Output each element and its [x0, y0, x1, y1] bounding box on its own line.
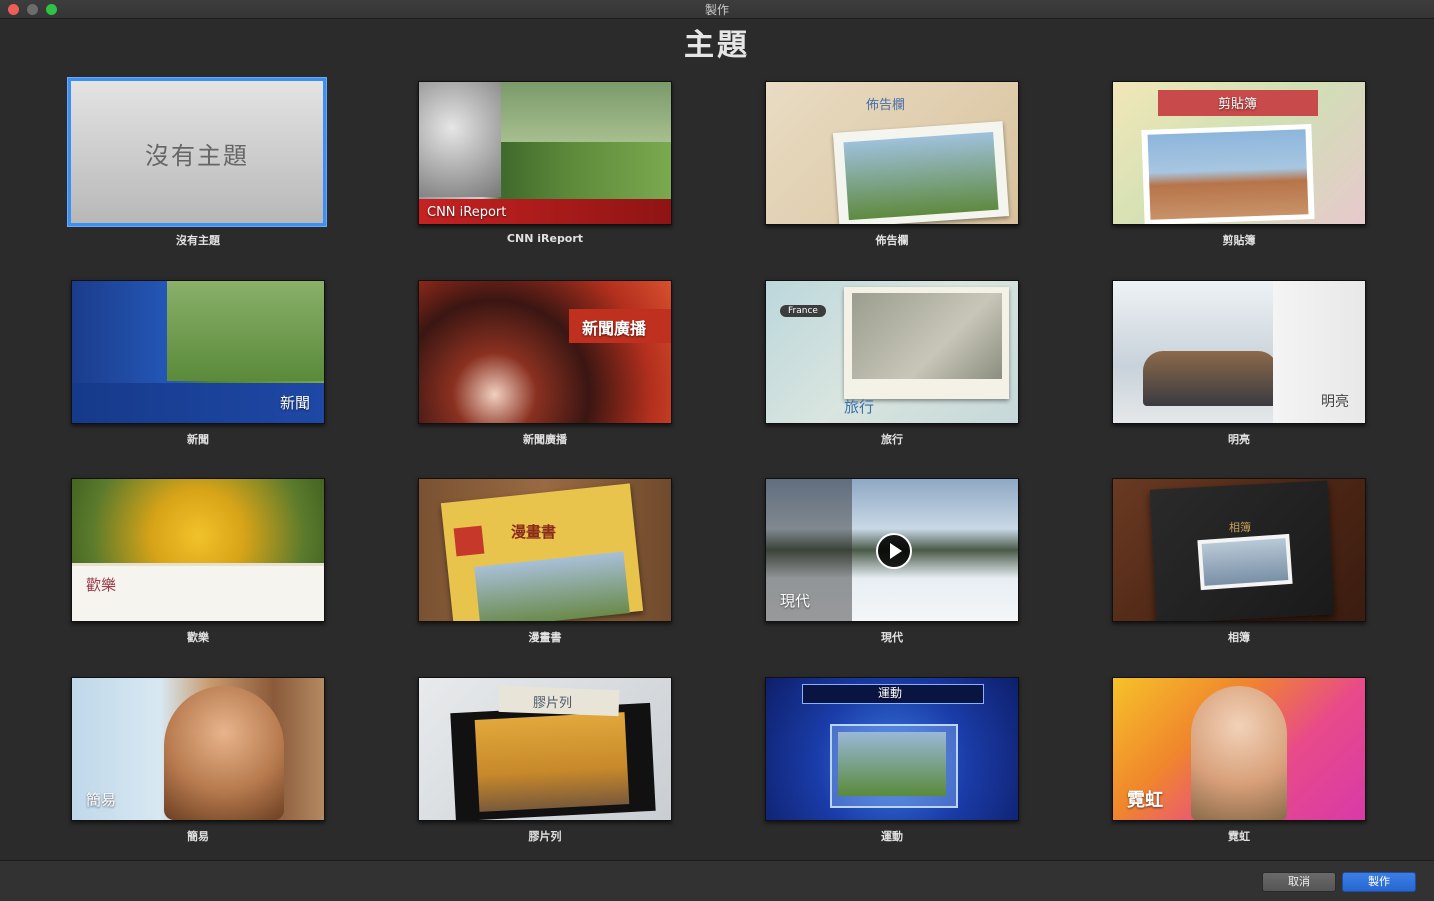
bottom-bar: 取消 製作: [0, 860, 1434, 901]
theme-caption: 佈告欄: [875, 234, 909, 247]
theme-overlay-text: 相簿: [1229, 521, 1251, 534]
theme-thumbnail: CNN iReport: [418, 81, 672, 225]
theme-tile-modern[interactable]: 現代 現代: [765, 478, 1019, 644]
theme-thumbnail: 現代: [765, 478, 1019, 622]
theme-tile-neon[interactable]: 霓虹 霓虹: [1112, 677, 1366, 843]
theme-overlay-text: 剪貼簿: [1218, 97, 1258, 112]
theme-caption: CNN iReport: [506, 232, 584, 245]
theme-tile-cnn-ireport[interactable]: CNN iReport CNN iReport: [418, 81, 672, 245]
theme-thumbnail: 簡易: [71, 677, 325, 821]
theme-overlay-text: 運動: [878, 686, 903, 700]
theme-overlay-text: 膠片列: [533, 696, 573, 711]
theme-tile-sports[interactable]: 運動 運動: [765, 677, 1019, 843]
theme-thumbnail: 佈告欄: [765, 81, 1019, 225]
theme-thumbnail: 歡樂: [71, 478, 325, 622]
theme-overlay-text: CNN iReport: [427, 205, 507, 220]
theme-overlay-text: 明亮: [1321, 394, 1349, 410]
theme-tile-photo-album[interactable]: 相簿 相簿: [1112, 478, 1366, 644]
theme-thumbnail: 漫畫書: [418, 478, 672, 622]
theme-tile-bulletin-board[interactable]: 佈告欄 佈告欄: [765, 81, 1019, 247]
create-button[interactable]: 製作: [1342, 872, 1416, 892]
theme-tile-travel[interactable]: France 旅行 旅行: [765, 280, 1019, 446]
theme-caption: 膠片列: [528, 830, 562, 843]
theme-overlay-text: 沒有主題: [145, 142, 249, 170]
theme-tile-news[interactable]: 新聞 新聞: [71, 280, 325, 446]
theme-thumbnail: 明亮: [1112, 280, 1366, 424]
theme-caption: 旅行: [881, 433, 903, 446]
theme-tile-playful[interactable]: 歡樂 歡樂: [71, 478, 325, 644]
theme-caption: 沒有主題: [176, 234, 220, 247]
theme-overlay-text: 佈告欄: [866, 98, 906, 113]
theme-caption: 霓虹: [1228, 830, 1250, 843]
theme-thumbnail: 膠片列: [418, 677, 672, 821]
theme-thumbnail: 沒有主題: [68, 78, 326, 226]
theme-tile-comic-book[interactable]: 漫畫書 漫畫書: [418, 478, 672, 644]
theme-thumbnail: 運動: [765, 677, 1019, 821]
theme-caption: 歡樂: [187, 631, 209, 644]
theme-caption: 剪貼簿: [1222, 234, 1256, 247]
theme-grid: 沒有主題 沒有主題 CNN iReport CNN iReport 佈告欄 佈告…: [0, 0, 1434, 860]
theme-overlay-text: 歡樂: [86, 576, 117, 594]
theme-thumbnail: France 旅行: [765, 280, 1019, 424]
theme-caption: 現代: [881, 631, 903, 644]
theme-overlay-text: 簡易: [86, 791, 117, 809]
theme-caption: 簡易: [187, 830, 209, 843]
theme-caption: 相簿: [1228, 631, 1250, 644]
theme-overlay-text: 新聞: [279, 394, 310, 412]
theme-thumbnail: 剪貼簿: [1112, 81, 1366, 225]
travel-location-tag: France: [780, 305, 826, 317]
theme-caption: 漫畫書: [528, 631, 562, 644]
theme-tile-newscast[interactable]: 新聞廣播 新聞廣播: [418, 280, 672, 446]
theme-thumbnail: 霓虹: [1112, 677, 1366, 821]
theme-thumbnail: 相簿: [1112, 478, 1366, 622]
theme-caption: 新聞: [187, 433, 209, 446]
theme-overlay-text: 霓虹: [1127, 790, 1163, 811]
theme-caption: 運動: [881, 830, 903, 843]
theme-overlay-text: 新聞廣播: [582, 319, 647, 338]
play-icon[interactable]: [876, 533, 912, 569]
theme-caption: 新聞廣播: [523, 433, 567, 446]
theme-overlay-text: 現代: [780, 592, 811, 610]
theme-tile-filmstrip[interactable]: 膠片列 膠片列: [418, 677, 672, 843]
theme-tile-bright[interactable]: 明亮 明亮: [1112, 280, 1366, 446]
theme-tile-scrapbook[interactable]: 剪貼簿 剪貼簿: [1112, 81, 1366, 247]
theme-thumbnail: 新聞廣播: [418, 280, 672, 424]
theme-overlay-text: 漫畫書: [511, 523, 557, 541]
cancel-button[interactable]: 取消: [1262, 872, 1336, 892]
theme-tile-simple[interactable]: 簡易 簡易: [71, 677, 325, 843]
theme-overlay-text: 旅行: [844, 398, 875, 416]
theme-thumbnail: 新聞: [71, 280, 325, 424]
theme-caption: 明亮: [1228, 433, 1250, 446]
theme-tile-no-theme[interactable]: 沒有主題 沒有主題: [68, 78, 326, 247]
